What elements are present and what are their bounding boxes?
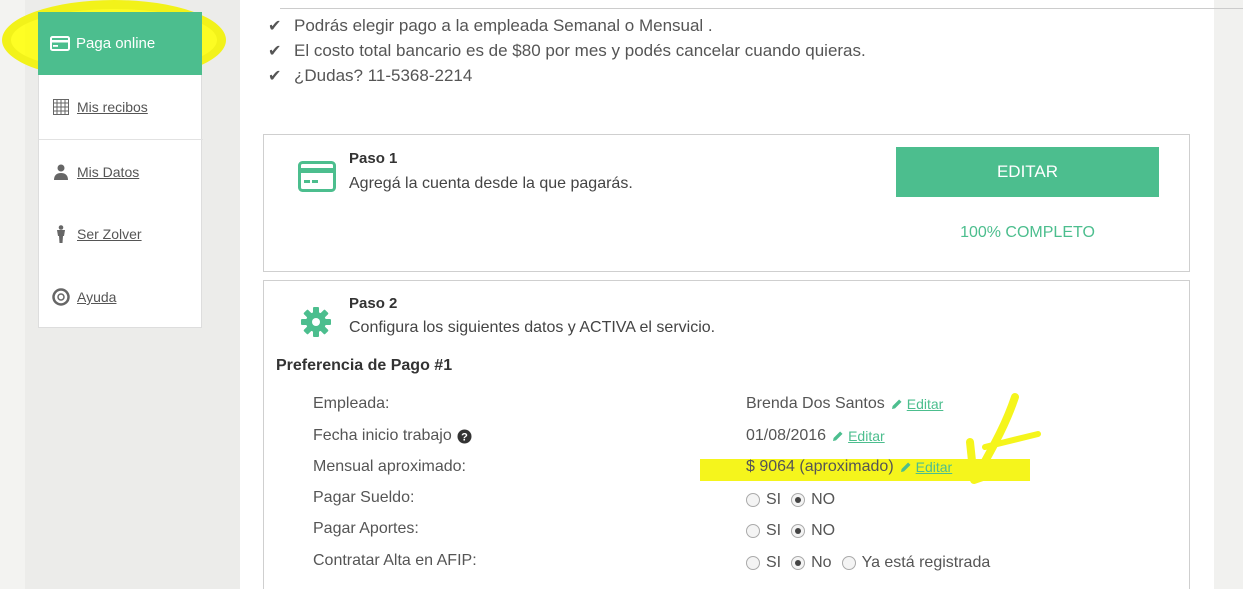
sidebar-item-paga-online[interactable]: Paga online: [38, 12, 202, 75]
page-left-margin: [0, 0, 25, 589]
bullet-text: Podrás elegir pago a la empleada Semanal…: [294, 16, 713, 35]
radio-label: SI: [766, 554, 782, 571]
edit-button[interactable]: EDITAR: [896, 147, 1159, 197]
edit-link-label: Editar: [915, 459, 953, 475]
svg-text:?: ?: [461, 431, 468, 443]
row-value-mensual: $ 9064 (aproximado) Editar: [746, 458, 952, 476]
credit-card-icon: [298, 161, 336, 197]
radio-label: No: [811, 554, 832, 571]
sidebar-item-mis-datos[interactable]: Mis Datos: [39, 141, 203, 203]
user-icon: [51, 164, 71, 180]
row-label-text: Fecha inicio trabajo: [313, 427, 452, 444]
card-icon: [50, 36, 70, 51]
radio-button[interactable]: [791, 493, 806, 507]
radio-group-sueldo: SI NO: [746, 491, 845, 509]
edit-link-label: Editar: [906, 396, 944, 412]
radio-label: NO: [811, 491, 836, 508]
edit-link[interactable]: Editar: [832, 428, 885, 444]
radio-option-no[interactable]: No: [791, 554, 832, 572]
edit-link-label: Editar: [848, 428, 885, 444]
radio-button[interactable]: [791, 556, 806, 570]
radio-option-si[interactable]: SI: [746, 522, 781, 540]
row-label-empleada: Empleada:: [313, 395, 390, 412]
row-label-mensual: Mensual aproximado:: [313, 458, 466, 475]
pencil-icon: [900, 462, 911, 472]
row-value-empleada: Brenda Dos Santos Editar: [746, 395, 943, 413]
step-2-title: Paso 2: [349, 295, 398, 312]
radio-button[interactable]: [841, 556, 856, 570]
radio-button[interactable]: [746, 556, 760, 570]
radio-group-aportes: SI NO: [746, 522, 845, 540]
top-divider: [280, 8, 1243, 9]
page-right-margin: [1214, 0, 1243, 589]
radio-option-no[interactable]: NO: [791, 491, 835, 509]
calendar-grid-icon: [51, 99, 71, 115]
info-bullet: ✔ ¿Dudas? 11-5368-2214: [268, 66, 472, 86]
row-label-aportes: Pagar Aportes:: [313, 520, 419, 537]
step-1-description: Agregá la cuenta desde la que pagarás.: [349, 175, 633, 192]
radio-group-afip: SI No Ya está registrada: [746, 554, 1000, 572]
row-label-fecha: Fecha inicio trabajo ?: [313, 427, 472, 445]
check-icon: ✔: [268, 18, 282, 35]
radio-label: NO: [811, 522, 836, 539]
radio-option-si[interactable]: SI: [746, 491, 781, 509]
radio-label: Ya está registrada: [861, 554, 991, 571]
step-1-title: Paso 1: [349, 150, 398, 167]
row-value-fecha: 01/08/2016 Editar: [746, 427, 885, 445]
sidebar-item-label: Ser Zolver: [77, 226, 142, 242]
sidebar-item-label: Mis Datos: [77, 164, 140, 180]
sidebar-divider: [39, 139, 203, 140]
radio-option-ya-registrada[interactable]: Ya está registrada: [841, 554, 991, 572]
gear-icon: [300, 306, 332, 343]
check-icon: ✔: [268, 43, 282, 60]
radio-label: SI: [766, 522, 782, 539]
yellow-arrow-annotation: [966, 393, 1041, 484]
sidebar-item-label: Paga online: [76, 35, 156, 52]
bullet-text: El costo total bancario es de $80 por me…: [294, 41, 866, 60]
sidebar-item-mis-recibos[interactable]: Mis recibos: [39, 76, 203, 138]
bullet-text: ¿Dudas? 11-5368-2214: [294, 66, 473, 85]
edit-link[interactable]: Editar: [900, 459, 953, 475]
radio-button[interactable]: [746, 524, 760, 538]
check-icon: ✔: [268, 68, 282, 85]
sidebar-item-ser-zolver[interactable]: Ser Zolver: [39, 203, 203, 265]
radio-option-si[interactable]: SI: [746, 554, 781, 572]
help-icon[interactable]: ?: [457, 429, 472, 444]
info-bullet: ✔ El costo total bancario es de $80 por …: [268, 41, 866, 61]
row-label-afip: Contratar Alta en AFIP:: [313, 552, 477, 569]
lifebuoy-icon: [51, 288, 71, 306]
step-2-description: Configura los siguientes datos y ACTIVA …: [349, 319, 716, 336]
row-label-sueldo: Pagar Sueldo:: [313, 489, 415, 506]
person-icon: [51, 225, 71, 243]
sidebar-item-label: Mis recibos: [77, 99, 148, 115]
radio-button[interactable]: [791, 524, 806, 538]
edit-link[interactable]: Editar: [891, 396, 944, 412]
sidebar-item-ayuda[interactable]: Ayuda: [39, 266, 203, 328]
completion-status: 100% COMPLETO: [960, 224, 1095, 241]
start-date: 01/08/2016: [746, 427, 827, 444]
employee-name: Brenda Dos Santos: [746, 395, 885, 412]
monthly-amount: $ 9064 (aproximado): [746, 458, 894, 475]
pencil-icon: [833, 431, 843, 441]
radio-option-no[interactable]: NO: [791, 522, 835, 540]
preference-title: Preferencia de Pago #1: [276, 357, 453, 374]
info-bullet: ✔ Podrás elegir pago a la empleada Seman…: [268, 16, 713, 36]
pencil-icon: [891, 399, 902, 409]
radio-button[interactable]: [746, 493, 760, 507]
sidebar-item-label: Ayuda: [77, 289, 117, 305]
radio-label: SI: [766, 491, 782, 508]
